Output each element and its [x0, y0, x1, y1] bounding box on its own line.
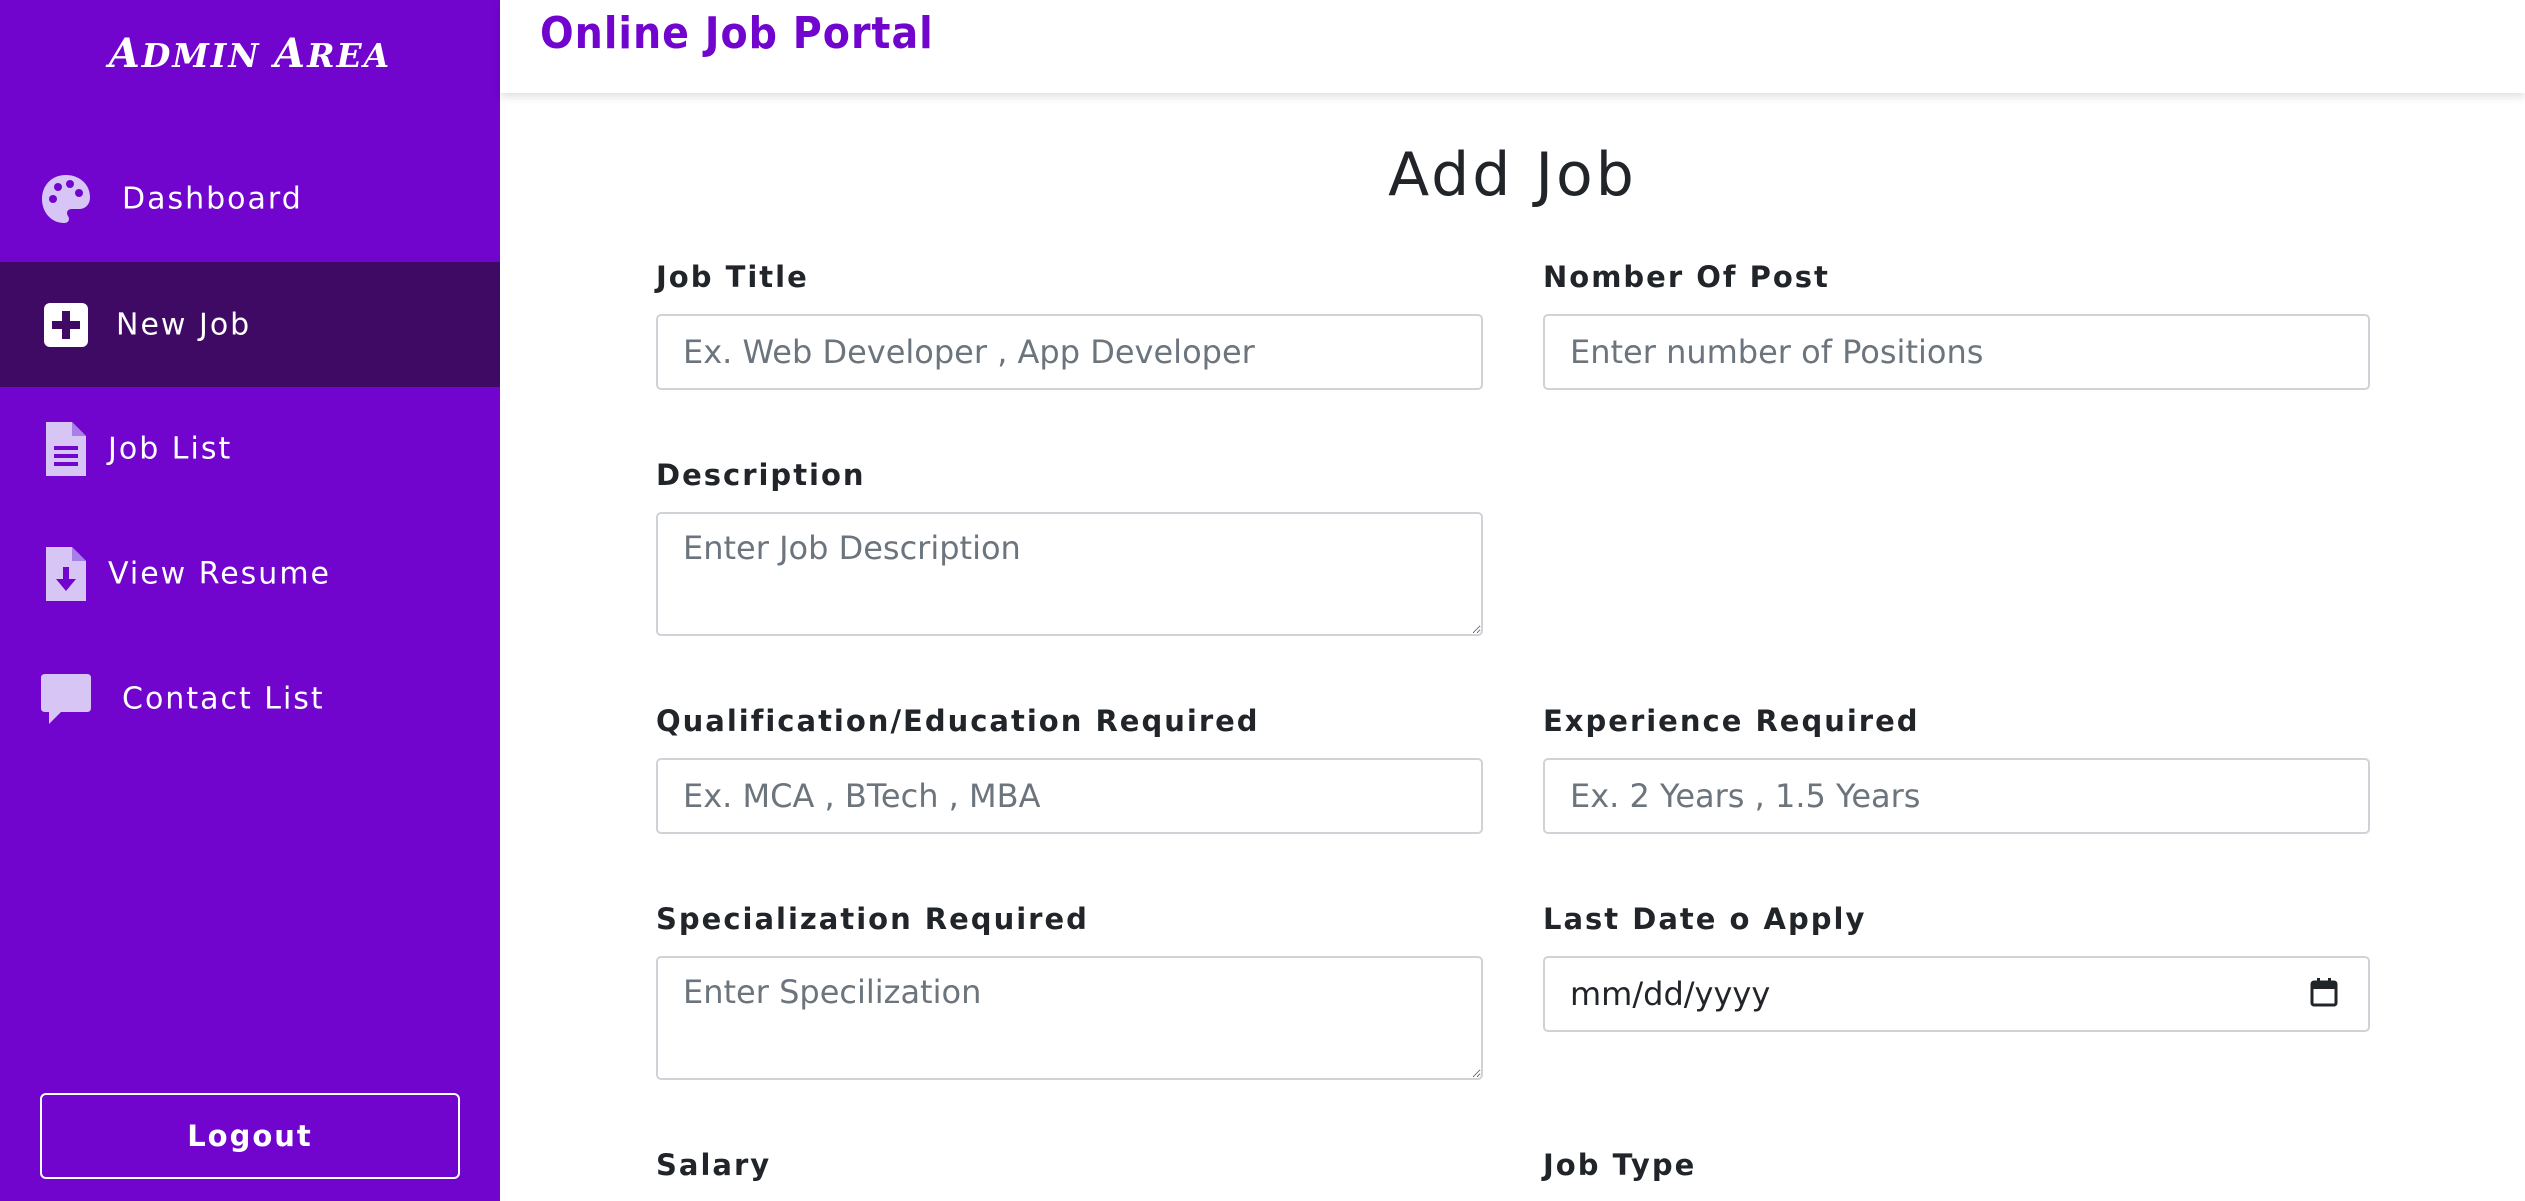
last-date-label: Last Date o Apply: [1543, 902, 1867, 936]
date-placeholder: mm/dd/yyyy: [1570, 975, 1771, 1013]
sidebar-item-dashboard[interactable]: Dashboard: [0, 136, 500, 261]
salary-label: Salary: [656, 1148, 772, 1182]
specialization-textarea[interactable]: [656, 956, 1483, 1080]
last-date-input[interactable]: mm/dd/yyyy: [1543, 956, 2370, 1032]
description-label: Description: [656, 458, 866, 492]
sidebar-item-label: Dashboard: [122, 181, 303, 216]
sidebar-item-new-job[interactable]: New Job: [0, 262, 500, 387]
sidebar-item-contact-list[interactable]: Contact List: [0, 636, 500, 761]
job-title-input[interactable]: [656, 314, 1483, 390]
sidebar-item-label: New Job: [116, 307, 252, 342]
job-title-label: Job Title: [656, 260, 809, 294]
description-textarea[interactable]: [656, 512, 1483, 636]
page-title: Add Job: [1388, 140, 1637, 210]
number-of-post-input[interactable]: [1543, 314, 2370, 390]
qualification-label: Qualification/Education Required: [656, 704, 1260, 738]
sidebar: ADMIN AREA Dashboard New Job Job List Vi…: [0, 0, 500, 1201]
top-header: Online Job Portal: [500, 0, 2525, 93]
palette-icon: [38, 171, 94, 227]
logout-button[interactable]: Logout: [40, 1093, 460, 1179]
experience-input[interactable]: [1543, 758, 2370, 834]
document-list-icon: [38, 421, 94, 477]
sidebar-item-label: Job List: [108, 431, 233, 466]
document-download-icon: [38, 546, 94, 602]
sidebar-item-label: Contact List: [122, 681, 325, 716]
experience-label: Experience Required: [1543, 704, 1920, 738]
sidebar-item-label: View Resume: [108, 556, 332, 591]
calendar-icon[interactable]: [2310, 977, 2338, 1011]
brand-logo: ADMIN AREA: [108, 30, 392, 77]
job-type-label: Job Type: [1543, 1148, 1697, 1182]
qualification-input[interactable]: [656, 758, 1483, 834]
chat-bubble-icon: [38, 671, 94, 727]
sidebar-item-job-list[interactable]: Job List: [0, 386, 500, 511]
portal-title: Online Job Portal: [540, 8, 934, 59]
plus-square-icon: [38, 297, 94, 353]
number-of-post-label: Nomber Of Post: [1543, 260, 1830, 294]
sidebar-item-view-resume[interactable]: View Resume: [0, 511, 500, 636]
specialization-label: Specialization Required: [656, 902, 1089, 936]
